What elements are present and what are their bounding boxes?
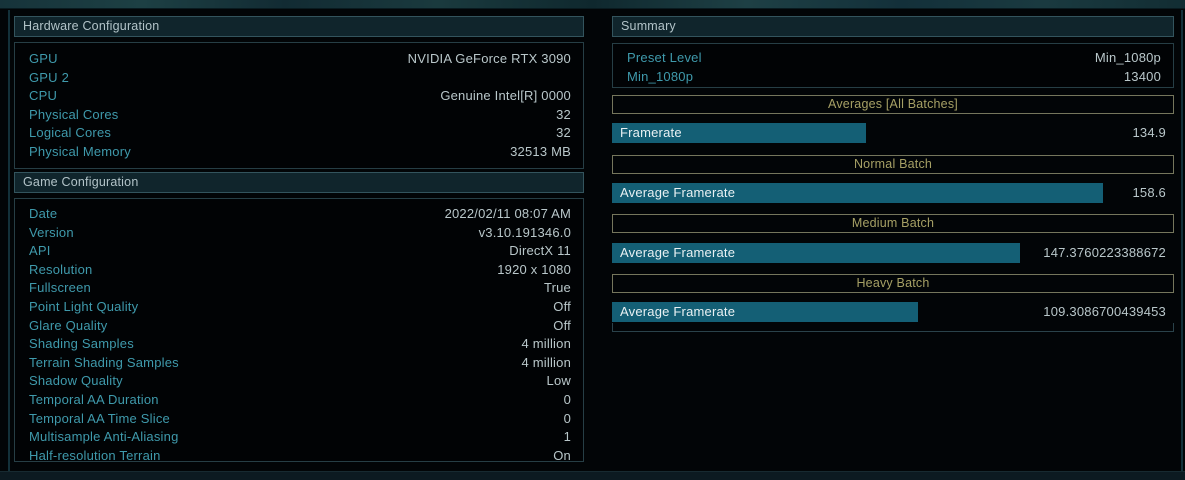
game-row-label: API: [29, 243, 51, 259]
game-row-value: DirectX 11: [509, 243, 571, 259]
hardware-row-physical-memory: Physical Memory 32513 MB: [15, 143, 583, 162]
left-frame-line: [8, 10, 10, 471]
game-row-version: Version v3.10.191346.0: [15, 224, 583, 243]
heavy-batch-value: 109.3086700439453: [1043, 304, 1166, 319]
game-row-label: Temporal AA Duration: [29, 391, 159, 407]
game-row-half-resolution-terrain: Half-resolution Terrain On: [15, 447, 583, 466]
summary-row-label: Preset Level: [627, 50, 702, 65]
hardware-row-label: CPU: [29, 88, 58, 104]
batch-header-label: Heavy Batch: [856, 276, 930, 290]
game-row-label: Fullscreen: [29, 280, 91, 296]
summary-row-value: 13400: [1123, 68, 1161, 84]
hardware-row-value: NVIDIA GeForce RTX 3090: [407, 51, 571, 66]
framerate-bar-label: Framerate: [620, 125, 682, 140]
game-row-value: Low: [546, 373, 571, 389]
game-row-value: 0: [563, 410, 571, 426]
right-frame-line: [1181, 10, 1183, 471]
game-row-value: 1920 x 1080: [497, 261, 571, 277]
game-row-label: Shading Samples: [29, 336, 134, 352]
game-row-value: On: [553, 447, 571, 463]
game-row-value: Off: [553, 298, 571, 314]
game-row-value: Off: [553, 317, 571, 333]
hardware-row-label: GPU: [29, 51, 58, 66]
game-row-value: True: [543, 280, 571, 296]
game-row-date: Date 2022/02/11 08:07 AM: [15, 205, 583, 224]
normal-batch-bar-row: Average Framerate 158.6: [612, 183, 1174, 203]
hardware-row-gpu: GPU NVIDIA GeForce RTX 3090: [15, 50, 583, 69]
game-row-shadow-quality: Shadow Quality Low: [15, 372, 583, 391]
game-row-glare-quality: Glare Quality Off: [15, 317, 583, 336]
hardware-row-label: GPU 2: [29, 69, 70, 85]
game-row-value: 4 million: [521, 354, 571, 370]
game-row-label: Half-resolution Terrain: [29, 447, 161, 463]
medium-batch-bar-row: Average Framerate 147.3760223388672: [612, 243, 1174, 263]
game-configuration-title: Game Configuration: [23, 175, 139, 189]
framerate-value: 134.9: [1132, 125, 1166, 140]
summary-row-preset-level: Preset Level Min_1080p: [613, 49, 1173, 68]
game-row-label: Date: [29, 206, 58, 221]
normal-batch-bar-label: Average Framerate: [620, 185, 736, 200]
game-row-label: Temporal AA Time Slice: [29, 410, 170, 426]
batch-header-label: Medium Batch: [851, 216, 935, 230]
summary-column: Summary Preset Level Min_1080p Min_1080p…: [612, 0, 1174, 480]
game-row-shading-samples: Shading Samples 4 million: [15, 335, 583, 354]
game-row-label: Terrain Shading Samples: [29, 354, 179, 370]
summary-header: Summary: [612, 16, 1174, 37]
game-row-point-light-quality: Point Light Quality Off: [15, 298, 583, 317]
batch-header-label: Normal Batch: [853, 157, 933, 171]
batch-header-label: Averages [All Batches]: [828, 97, 958, 111]
game-configuration-header: Game Configuration: [14, 172, 584, 193]
framerate-bar-row: Framerate 134.9: [612, 123, 1174, 143]
heavy-batch-header: Heavy Batch: [612, 274, 1174, 293]
averages-all-batches-header: Averages [All Batches]: [612, 95, 1174, 114]
hardware-row-value: 32513 MB: [510, 143, 571, 159]
heavy-batch-bar-label: Average Framerate: [620, 304, 736, 319]
hardware-row-logical-cores: Logical Cores 32: [15, 124, 583, 143]
summary-group-bottom-border: [612, 323, 1174, 332]
hardware-row-label: Physical Cores: [29, 106, 119, 122]
game-row-value: v3.10.191346.0: [478, 224, 571, 240]
hardware-row-cpu: CPU Genuine Intel[R] 0000: [15, 87, 583, 106]
normal-batch-value: 158.6: [1132, 185, 1166, 200]
hardware-configuration-header: Hardware Configuration: [14, 16, 584, 37]
hardware-configuration-panel: GPU NVIDIA GeForce RTX 3090 GPU 2 CPU Ge…: [14, 42, 584, 169]
medium-batch-header: Medium Batch: [612, 214, 1174, 233]
game-row-label: Point Light Quality: [29, 298, 139, 314]
game-row-fullscreen: Fullscreen True: [15, 279, 583, 298]
game-row-label: Shadow Quality: [29, 373, 123, 389]
game-row-label: Resolution: [29, 261, 93, 277]
game-row-value: 1: [563, 429, 571, 445]
game-row-api: API DirectX 11: [15, 242, 583, 261]
hardware-row-gpu2: GPU 2: [15, 69, 583, 88]
medium-batch-bar-label: Average Framerate: [620, 245, 736, 260]
summary-row-label: Min_1080p: [627, 68, 694, 84]
hardware-row-physical-cores: Physical Cores 32: [15, 106, 583, 125]
game-row-temporal-aa-time-slice: Temporal AA Time Slice 0: [15, 410, 583, 429]
left-column: Hardware Configuration GPU NVIDIA GeForc…: [14, 0, 584, 480]
hardware-row-value: Genuine Intel[R] 0000: [440, 88, 571, 104]
heavy-batch-bar-row: Average Framerate 109.3086700439453: [612, 302, 1174, 322]
game-row-label: Glare Quality: [29, 317, 108, 333]
game-row-value: 2022/02/11 08:07 AM: [444, 206, 571, 221]
summary-panel: Preset Level Min_1080p Min_1080p 13400: [612, 43, 1174, 88]
hardware-configuration-title: Hardware Configuration: [23, 19, 160, 33]
game-row-temporal-aa-duration: Temporal AA Duration 0: [15, 391, 583, 410]
game-row-resolution: Resolution 1920 x 1080: [15, 261, 583, 280]
summary-row-score: Min_1080p 13400: [613, 68, 1173, 87]
summary-title: Summary: [621, 19, 676, 33]
game-row-value: 0: [563, 391, 571, 407]
medium-batch-value: 147.3760223388672: [1043, 245, 1166, 260]
summary-row-value: Min_1080p: [1094, 50, 1161, 65]
hardware-row-label: Logical Cores: [29, 125, 112, 141]
game-row-label: Version: [29, 224, 74, 240]
game-configuration-panel: Date 2022/02/11 08:07 AM Version v3.10.1…: [14, 198, 584, 463]
game-row-terrain-shading-samples: Terrain Shading Samples 4 million: [15, 354, 583, 373]
game-row-value: 4 million: [521, 336, 571, 352]
hardware-row-label: Physical Memory: [29, 143, 131, 159]
game-row-multisample-anti-aliasing: Multisample Anti-Aliasing 1: [15, 428, 583, 447]
hardware-row-value: 32: [556, 125, 571, 141]
normal-batch-header: Normal Batch: [612, 155, 1174, 174]
hardware-row-value: 32: [556, 106, 571, 122]
game-row-label: Multisample Anti-Aliasing: [29, 429, 179, 445]
